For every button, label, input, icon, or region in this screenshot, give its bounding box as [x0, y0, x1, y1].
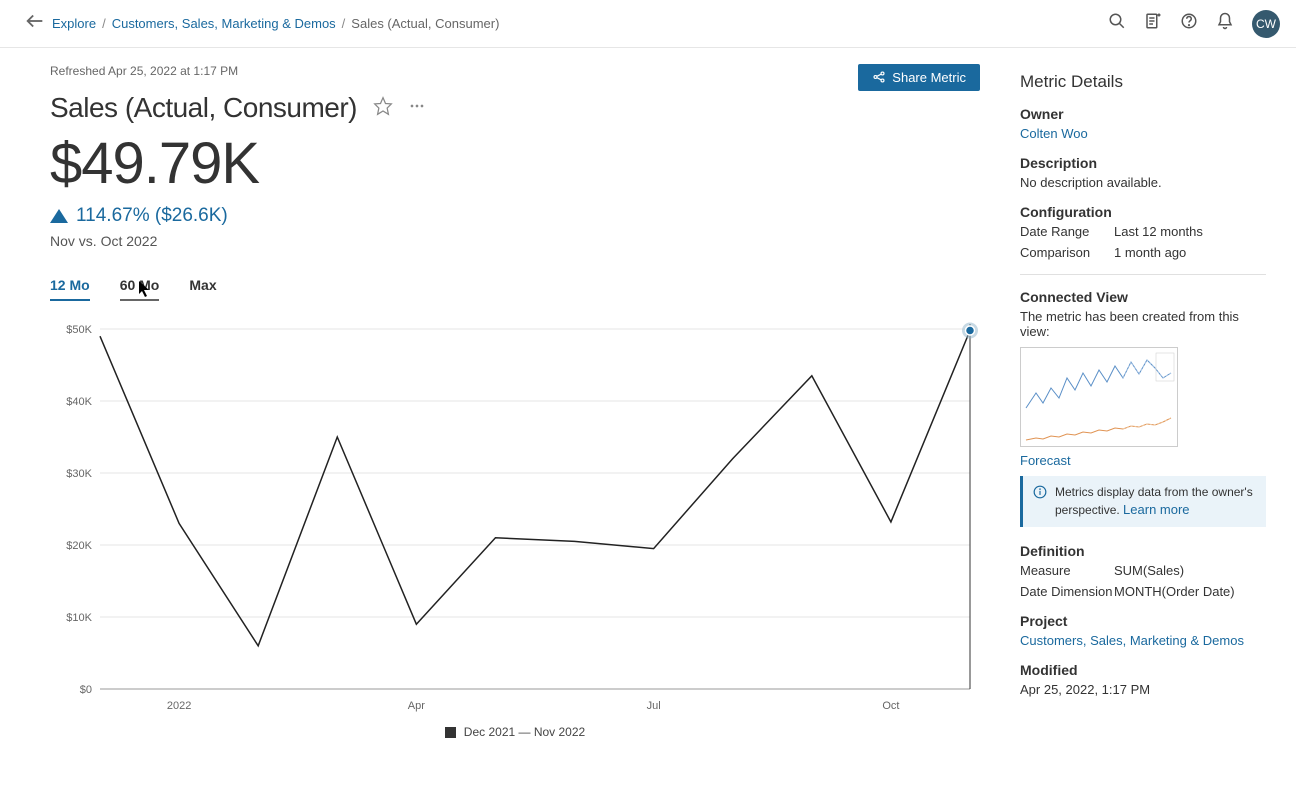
svg-text:Oct: Oct	[882, 700, 899, 712]
svg-text:$0: $0	[80, 684, 92, 696]
change-indicator: 114.67% ($26.6K)	[50, 205, 980, 227]
new-item-icon[interactable]	[1144, 12, 1162, 35]
compare-label: Nov vs. Oct 2022	[50, 233, 980, 249]
breadcrumb-project[interactable]: Customers, Sales, Marketing & Demos	[112, 16, 336, 31]
owner-label: Owner	[1020, 106, 1266, 122]
share-icon	[872, 70, 886, 84]
comparison-value: 1 month ago	[1114, 245, 1186, 260]
metric-value: $49.79K	[50, 130, 980, 197]
svg-text:Jul: Jul	[647, 700, 661, 712]
refreshed-label: Refreshed Apr 25, 2022 at 1:17 PM	[50, 64, 238, 78]
connected-view-thumbnail[interactable]	[1020, 347, 1178, 447]
page-title: Sales (Actual, Consumer)	[50, 92, 357, 124]
metric-details-panel: Metric Details Owner Colten Woo Descript…	[1020, 64, 1272, 739]
notifications-icon[interactable]	[1216, 12, 1234, 35]
topbar: Explore / Customers, Sales, Marketing & …	[0, 0, 1296, 48]
tab-max[interactable]: Max	[189, 277, 216, 301]
info-banner: Metrics display data from the owner's pe…	[1020, 476, 1266, 527]
comparison-key: Comparison	[1020, 245, 1114, 260]
forecast-link[interactable]: Forecast	[1020, 453, 1266, 468]
svg-text:$10K: $10K	[66, 612, 92, 624]
svg-text:$20K: $20K	[66, 540, 92, 552]
svg-text:2022: 2022	[167, 700, 191, 712]
help-icon[interactable]	[1180, 12, 1198, 35]
svg-text:$50K: $50K	[66, 324, 92, 336]
breadcrumb-explore[interactable]: Explore	[52, 16, 96, 31]
share-metric-button[interactable]: Share Metric	[858, 64, 980, 91]
description-label: Description	[1020, 155, 1266, 171]
svg-text:Apr: Apr	[408, 700, 425, 712]
share-metric-label: Share Metric	[892, 70, 966, 85]
tab-60mo[interactable]: 60 Mo	[120, 277, 160, 301]
connected-view-text: The metric has been created from this vi…	[1020, 309, 1266, 339]
legend-swatch	[445, 727, 456, 738]
learn-more-link[interactable]: Learn more	[1123, 502, 1189, 517]
more-icon[interactable]	[407, 96, 427, 121]
metric-chart[interactable]: $0 $10K $20K $30K $40K $50K 2022 Apr Jul Oct	[50, 319, 980, 719]
time-range-tabs: 12 Mo 60 Mo Max	[50, 277, 980, 301]
main-panel: Refreshed Apr 25, 2022 at 1:17 PM Share …	[50, 64, 1020, 739]
info-icon	[1033, 485, 1047, 519]
project-link[interactable]: Customers, Sales, Marketing & Demos	[1020, 633, 1266, 648]
chart-legend: Dec 2021 — Nov 2022	[50, 725, 980, 739]
project-label: Project	[1020, 613, 1266, 629]
date-range-key: Date Range	[1020, 224, 1114, 239]
measure-value: SUM(Sales)	[1114, 563, 1184, 578]
date-dimension-key: Date Dimension	[1020, 584, 1114, 599]
svg-text:$30K: $30K	[66, 468, 92, 480]
breadcrumb-sep: /	[102, 16, 106, 31]
breadcrumb: Explore / Customers, Sales, Marketing & …	[52, 16, 499, 31]
configuration-label: Configuration	[1020, 204, 1266, 220]
owner-link[interactable]: Colten Woo	[1020, 126, 1266, 141]
details-header: Metric Details	[1020, 72, 1266, 92]
top-icons: CW	[1108, 10, 1280, 38]
modified-label: Modified	[1020, 662, 1266, 678]
breadcrumb-sep: /	[342, 16, 346, 31]
date-dimension-value: MONTH(Order Date)	[1114, 584, 1235, 599]
description-text: No description available.	[1020, 175, 1266, 190]
change-text: 114.67% ($26.6K)	[76, 205, 228, 227]
divider	[1020, 274, 1266, 275]
back-icon[interactable]	[24, 10, 52, 37]
connected-view-label: Connected View	[1020, 289, 1266, 305]
legend-label: Dec 2021 — Nov 2022	[464, 725, 585, 739]
svg-text:$40K: $40K	[66, 396, 92, 408]
search-icon[interactable]	[1108, 12, 1126, 35]
date-range-value: Last 12 months	[1114, 224, 1203, 239]
breadcrumb-current: Sales (Actual, Consumer)	[351, 16, 499, 31]
favorite-icon[interactable]	[373, 96, 393, 121]
avatar[interactable]: CW	[1252, 10, 1280, 38]
definition-label: Definition	[1020, 543, 1266, 559]
trend-up-icon	[50, 209, 68, 223]
modified-value: Apr 25, 2022, 1:17 PM	[1020, 682, 1266, 697]
tab-12mo[interactable]: 12 Mo	[50, 277, 90, 301]
measure-key: Measure	[1020, 563, 1114, 578]
